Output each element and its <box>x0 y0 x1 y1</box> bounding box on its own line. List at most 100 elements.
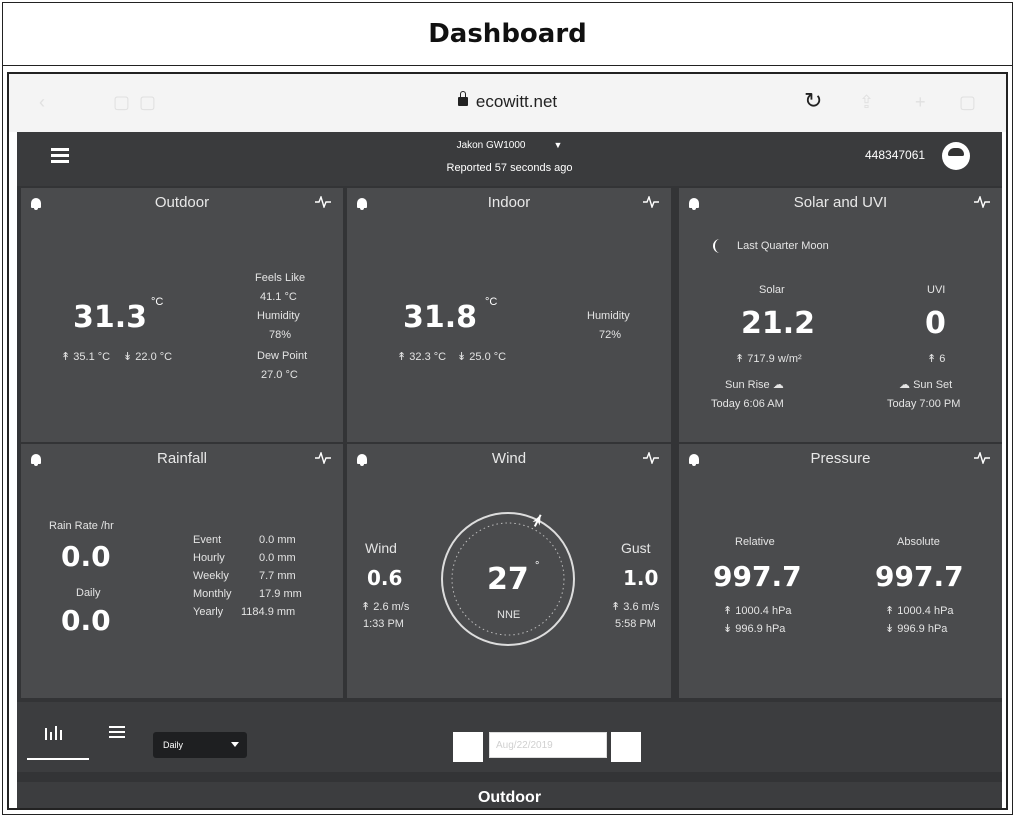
dew-point-label: Dew Point <box>257 350 308 362</box>
figure-title-bar: Dashboard <box>2 2 1013 66</box>
reload-icon[interactable]: ↻ <box>804 88 822 114</box>
wind-label: Wind <box>365 540 397 556</box>
chevron-down-icon <box>231 742 239 747</box>
rainfall-card: Rainfall Rain Rate /hr 0.0 Daily 0.0 Eve… <box>21 444 343 698</box>
device-name: Jakon GW1000 <box>456 140 526 151</box>
page-title: Dashboard <box>428 18 587 49</box>
date-input[interactable]: Aug/22/2019 <box>489 732 607 758</box>
temp-low: ↡ 25.0 °C <box>457 351 507 363</box>
gust-max: ↟ 3.6 m/s <box>611 601 660 613</box>
wind-card: Wind Wind 0.6 ↟ 2.6 m/s 1:33 PM 27 ° NNE… <box>347 444 671 698</box>
lock-icon <box>457 91 468 106</box>
absolute-low: ↡ 996.9 hPa <box>885 623 948 635</box>
pressure-card: Pressure Relative 997.7 ↟ 1000.4 hPa ↡ 9… <box>679 444 1002 698</box>
solar-uvi-card: Solar and UVI Last Quarter Moon Solar 21… <box>679 188 1002 442</box>
sunrise-label: Sun Rise ☁ <box>725 379 784 391</box>
url-text: ecowitt.net <box>475 92 558 111</box>
indoor-card: Indoor 31.8 °C ↟ 32.3 °C ↡ 25.0 °C Humid… <box>347 188 671 442</box>
wind-max-time: 1:33 PM <box>363 618 404 630</box>
list-icon[interactable] <box>109 726 125 739</box>
relative-high: ↟ 1000.4 hPa <box>723 605 792 617</box>
relative-low: ↡ 996.9 hPa <box>723 623 786 635</box>
address-bar: ‹ ▢ ▢ ecowitt.net ↻ ⇪ + ▢ <box>9 74 1006 132</box>
browser-window: ‹ ▢ ▢ ecowitt.net ↻ ⇪ + ▢ Jakon GW1000 ▼ … <box>7 72 1008 810</box>
pulse-icon[interactable] <box>315 196 331 208</box>
pulse-icon[interactable] <box>643 452 659 464</box>
indoor-temperature: 31.8 <box>403 300 478 335</box>
uvi-value: 0 <box>925 306 946 341</box>
temp-high: ↟ 35.1 °C <box>61 351 111 363</box>
moon-phase: Last Quarter Moon <box>737 240 829 252</box>
chevron-down-icon: ▼ <box>553 140 563 150</box>
url-display[interactable]: ecowitt.net <box>9 91 1006 112</box>
rain-stat-label: Weekly <box>193 570 229 582</box>
relative-pressure: 997.7 <box>713 560 802 593</box>
rain-stat-value: 1184.9 mm <box>241 606 296 618</box>
absolute-high: ↟ 1000.4 hPa <box>885 605 954 617</box>
card-title: Outdoor <box>154 194 210 211</box>
avatar[interactable] <box>942 142 970 170</box>
dashboard-app: Jakon GW1000 ▼ Reported 57 seconds ago 44… <box>17 132 1002 808</box>
rain-stat-value: 7.7 mm <box>259 570 296 582</box>
pulse-icon[interactable] <box>315 452 331 464</box>
rain-stat-label: Hourly <box>193 552 225 564</box>
sunset-time: Today 7:00 PM <box>887 398 961 410</box>
humidity-label: Humidity <box>257 310 300 322</box>
humidity-value: 72% <box>599 329 622 341</box>
rain-stat-label: Yearly <box>193 606 224 618</box>
rain-stat-value: 0.0 mm <box>259 534 296 546</box>
user-id: 448347061 <box>865 148 926 162</box>
sunrise-icon: ☁ <box>772 379 784 391</box>
outdoor-temperature: 31.3 <box>73 300 148 335</box>
daily-label: Daily <box>76 587 101 599</box>
add-tab-icon[interactable]: + <box>915 92 926 113</box>
rain-stat-value: 0.0 mm <box>259 552 296 564</box>
outdoor-card: Outdoor 31.3 °C ↟ 35.1 °C ↡ 22.0 °C Feel… <box>21 188 343 442</box>
solar-value: 21.2 <box>741 306 816 341</box>
period-value: Daily <box>163 740 184 750</box>
wind-direction-icon <box>532 514 542 527</box>
card-title: Rainfall <box>156 450 208 467</box>
pulse-icon[interactable] <box>643 196 659 208</box>
wind-max: ↟ 2.6 m/s <box>361 601 410 613</box>
chart-toolbar: Daily Aug/22/2019 <box>17 702 1002 772</box>
period-select[interactable]: Daily <box>153 732 247 758</box>
rain-rate-value: 0.0 <box>61 540 111 573</box>
next-date-button[interactable] <box>611 732 641 762</box>
temp-low: ↡ 22.0 °C <box>123 351 173 363</box>
gust-max-time: 5:58 PM <box>615 618 656 630</box>
pulse-icon[interactable] <box>974 196 990 208</box>
wind-direction-degrees: 27 <box>487 562 529 597</box>
uvi-max: ↟ 6 <box>927 353 946 365</box>
temp-unit: °C <box>151 296 164 308</box>
gust-speed: 1.0 <box>623 566 659 590</box>
app-header: Jakon GW1000 ▼ Reported 57 seconds ago 44… <box>17 132 1002 186</box>
sunset-label: ☁ Sun Set <box>899 379 953 391</box>
card-title: Wind <box>491 450 527 467</box>
rain-stat-value: 17.9 mm <box>259 588 302 600</box>
rain-stat-label: Monthly <box>193 588 232 600</box>
daily-value: 0.0 <box>61 604 111 637</box>
sunset-icon: ☁ <box>899 379 910 391</box>
absolute-label: Absolute <box>897 536 940 548</box>
wind-direction-name: NNE <box>497 609 521 621</box>
feels-like-label: Feels Like <box>255 272 306 284</box>
card-title: Pressure <box>810 450 871 467</box>
tabs-icon[interactable]: ▢ <box>959 92 976 113</box>
sunrise-time: Today 6:06 AM <box>711 398 784 410</box>
rain-stat-label: Event <box>193 534 222 546</box>
share-icon[interactable]: ⇪ <box>859 92 874 113</box>
humidity-label: Humidity <box>587 310 630 322</box>
card-title: Solar and UVI <box>793 194 888 211</box>
degree-unit: ° <box>535 560 540 572</box>
pulse-icon[interactable] <box>974 452 990 464</box>
uvi-label: UVI <box>927 284 946 296</box>
relative-label: Relative <box>735 536 775 548</box>
previous-date-button[interactable] <box>453 732 483 762</box>
bar-chart-icon[interactable] <box>45 726 63 740</box>
feels-like-value: 41.1 °C <box>260 291 297 303</box>
gust-label: Gust <box>621 540 651 556</box>
absolute-pressure: 997.7 <box>875 560 964 593</box>
device-selector[interactable]: Jakon GW1000 ▼ <box>17 140 1002 151</box>
temp-high: ↟ 32.3 °C <box>397 351 447 363</box>
